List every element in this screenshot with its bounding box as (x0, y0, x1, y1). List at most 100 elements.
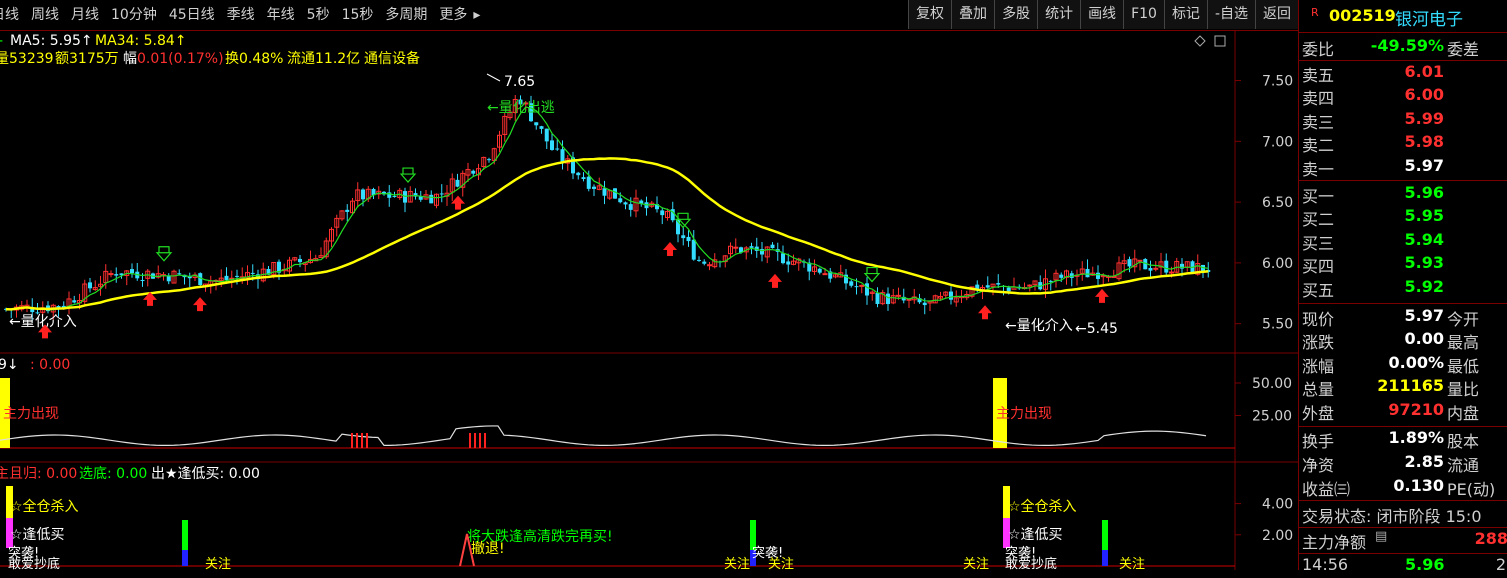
sell-row-1-label: 卖一 (1302, 159, 1335, 179)
candle-body (1148, 267, 1153, 271)
candle-body (581, 177, 586, 180)
volume-label: 量53239 (0, 51, 54, 67)
stat2-row-1-right-label: 流通 (1447, 456, 1480, 475)
tick-row: 14:56 5.96 2 (1299, 555, 1507, 578)
sell-row-4-value: 6.00 (1404, 85, 1444, 105)
watch-label-3: 关注 (768, 557, 794, 570)
stock-code[interactable]: 002519 (1329, 6, 1396, 25)
weicha-label: 委差 (1447, 40, 1480, 59)
buy-row-1[interactable]: 买一 5.96 (1299, 183, 1507, 206)
stat2-row-0-right-label: 股本 (1447, 432, 1480, 451)
candle-body (177, 273, 182, 275)
stat-row-3-value: 211165 (1377, 376, 1444, 396)
window-icon[interactable] (1214, 35, 1226, 47)
stat-row-4-label: 外盘 (1302, 403, 1335, 423)
candle-body (455, 179, 460, 187)
price-tick-label: 6.00 (1262, 256, 1293, 272)
stat2-row-2-label: 收益㈢ (1302, 480, 1351, 499)
kline-chart[interactable]: 7.507.006.506.005.5050.0025.004.002.00-M… (0, 0, 1298, 570)
candle-body (560, 149, 565, 163)
candle-body (623, 202, 628, 205)
candle-body (88, 282, 92, 289)
buy-row-3-value: 5.94 (1404, 229, 1444, 249)
price-tick-label: 6.50 (1262, 195, 1293, 211)
candle-body (361, 189, 365, 200)
candle-body (534, 122, 539, 126)
buy-row-3-label: 买三 (1302, 233, 1335, 253)
stat-row-0-value: 5.97 (1404, 306, 1444, 325)
stat-row-1-label: 涨跌 (1302, 333, 1335, 353)
sell-row-5[interactable]: 卖五 6.01 (1299, 62, 1507, 85)
stat2-row-2-right-label: PE(动) (1447, 480, 1496, 499)
buy-row-1-value: 5.96 (1404, 183, 1444, 202)
buy-row-4[interactable]: 买四 5.93 (1299, 253, 1507, 276)
sub2-part3: 出★逢低买: 0.00 (151, 466, 260, 482)
candle-body (1164, 260, 1169, 273)
candle-body (539, 126, 544, 129)
diamond-icon[interactable] (1194, 35, 1206, 47)
sub1-line (0, 425, 1207, 447)
stat2-row-1-label: 净资 (1302, 456, 1335, 475)
candle-body (130, 269, 134, 274)
candle-body (114, 274, 119, 276)
divider (1299, 426, 1507, 427)
net-value: 288 (1474, 529, 1507, 548)
low-price-label: ←5.45 (1075, 321, 1118, 337)
stat2-row-2[interactable]: 收益㈢ 0.130 PE(动) (1299, 476, 1507, 499)
candle-body (345, 209, 350, 212)
buy-row-2-value: 5.95 (1404, 206, 1444, 226)
list-icon[interactable]: ▤ (1375, 529, 1387, 544)
signal-bar-green (182, 520, 188, 550)
candle-body (707, 264, 712, 267)
candle-body (576, 172, 581, 176)
candle-body (72, 300, 77, 303)
tick-price: 5.96 (1405, 555, 1445, 574)
net-row[interactable]: 主力净额 ▤ 288 (1299, 529, 1507, 552)
quote-header: R 002519 银河电子 (1299, 0, 1507, 33)
stat-row-0[interactable]: 现价 5.97 今开 (1299, 306, 1507, 329)
ma5-label: MA5: 5.95↑ (10, 33, 93, 49)
buy-row-1-label: 买一 (1302, 187, 1335, 206)
buy-row-4-label: 买四 (1302, 257, 1335, 277)
sell-arrow-icon (155, 246, 173, 262)
buy-row-5[interactable]: 买五 5.92 (1299, 277, 1507, 300)
buy-row-2[interactable]: 买二 5.95 (1299, 206, 1507, 229)
stat2-row-0-label: 换手 (1302, 432, 1335, 451)
watch-label-4: 关注 (963, 557, 989, 570)
stat-row-4[interactable]: 外盘 97210 内盘 (1299, 400, 1507, 423)
stock-name[interactable]: 银河电子 (1395, 5, 1463, 30)
candle-body (1127, 259, 1132, 267)
candle-body (555, 148, 560, 150)
sell-row-1[interactable]: 卖一 5.97 (1299, 156, 1507, 179)
watch-label-1: 关注 (205, 557, 231, 570)
sell-row-4-label: 卖四 (1302, 89, 1335, 109)
sector-label: 通信设备 (364, 50, 420, 67)
stat-row-3[interactable]: 总量 211165 量比 (1299, 376, 1507, 399)
candle-body (875, 292, 880, 304)
sell-row-4[interactable]: 卖四 6.00 (1299, 85, 1507, 108)
stat2-row-0[interactable]: 换手 1.89% 股本 (1299, 428, 1507, 451)
sell-row-3[interactable]: 卖三 5.99 (1299, 109, 1507, 132)
stat-row-2[interactable]: 涨幅 0.00% 最低 (1299, 353, 1507, 376)
stat2-row-1[interactable]: 净资 2.85 流通 (1299, 452, 1507, 475)
candle-body (471, 170, 476, 174)
candle-body (702, 261, 707, 264)
quote-panel: R 002519 银河电子 委比 -49.59% 委差 卖五 6.01 卖四 6.00… (1298, 0, 1507, 574)
candle-body (1006, 287, 1011, 292)
amp-value: 0.01(0.17%) (137, 51, 224, 67)
watch-label-5: 关注 (1119, 557, 1145, 570)
full-buy-label-1: ☆全仓杀入 (10, 498, 79, 515)
stat-row-2-label: 涨幅 (1302, 356, 1335, 376)
stat-row-1-value: 0.00 (1404, 329, 1444, 349)
stat-row-3-right-label: 量比 (1447, 380, 1480, 400)
candle-body (817, 268, 822, 273)
amp-label: 幅 (123, 51, 137, 67)
candle-body (628, 204, 633, 210)
candle-body (613, 188, 617, 199)
sell-row-2[interactable]: 卖二 5.98 (1299, 132, 1507, 155)
entry-label-2: ←量化介入 (1005, 318, 1073, 334)
buy-row-3[interactable]: 买三 5.94 (1299, 230, 1507, 253)
signal-bar-blue (1102, 550, 1108, 566)
stat-row-1[interactable]: 涨跌 0.00 最高 (1299, 329, 1507, 352)
float-label: 流通11.2亿 (287, 51, 360, 67)
